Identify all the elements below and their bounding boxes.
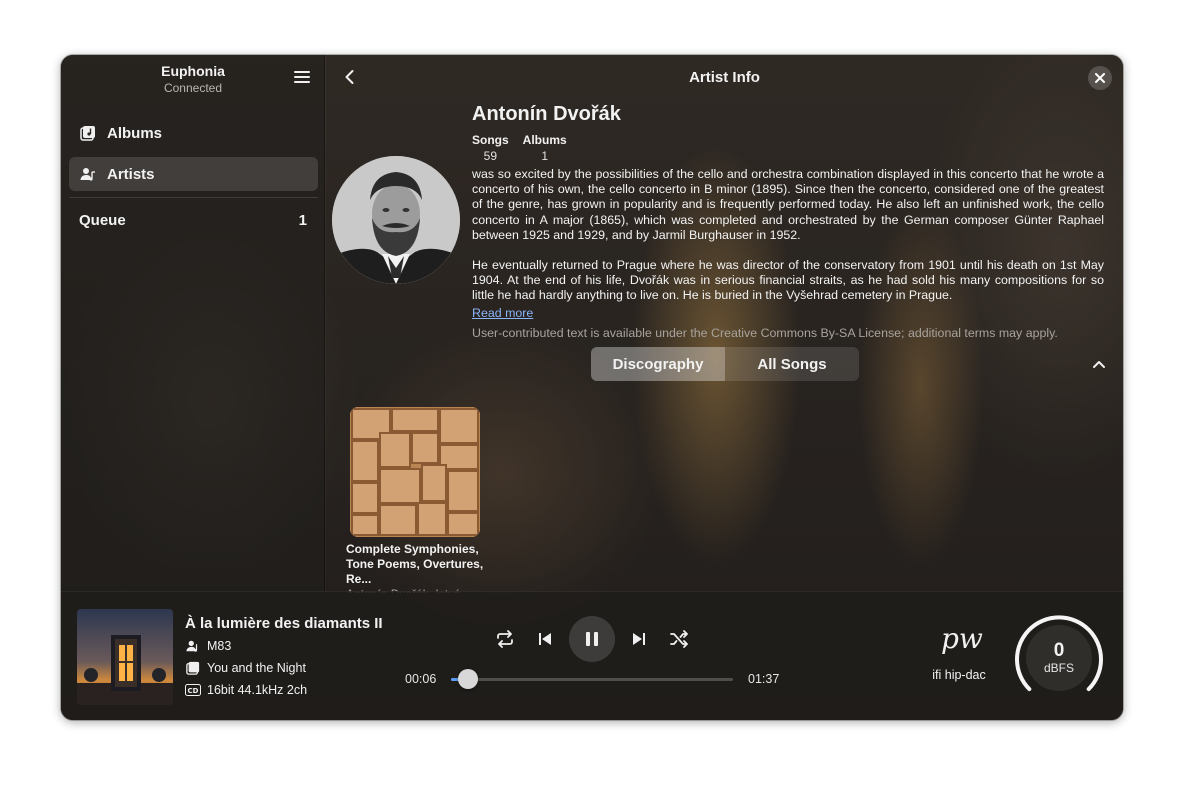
stat-label: Songs bbox=[472, 133, 509, 147]
total-duration: 01:37 bbox=[748, 672, 780, 686]
gauge-unit: dBFS bbox=[1043, 661, 1074, 675]
repeat-icon bbox=[497, 630, 513, 648]
collapse-button[interactable] bbox=[1092, 357, 1106, 371]
pipewire-logo: pw bbox=[941, 622, 983, 655]
now-playing-cover[interactable] bbox=[77, 609, 173, 705]
sidebar-divider bbox=[69, 197, 318, 198]
bio-paragraph: He eventually returned to Prague where h… bbox=[472, 258, 1104, 303]
artist-stats: Songs 59 Albums 1 bbox=[472, 133, 567, 163]
artist-name: Antonín Dvořák bbox=[472, 103, 621, 125]
stat-value: 59 bbox=[483, 149, 498, 163]
artist-icon bbox=[185, 638, 201, 654]
page-title: Artist Info bbox=[689, 69, 760, 86]
cd-icon: CD bbox=[185, 682, 201, 698]
sidebar-item-queue[interactable]: Queue 1 bbox=[79, 212, 307, 229]
output-device-name: ifi hip-dac bbox=[932, 668, 986, 682]
svg-text:CD: CD bbox=[188, 687, 199, 695]
track-format: 16bit 44.1kHz 2ch bbox=[207, 683, 308, 697]
sidebar-item-label: Artists bbox=[107, 165, 155, 183]
track-title: À la lumière des diamants II bbox=[185, 615, 383, 632]
track-format-row: CD 16bit 44.1kHz 2ch bbox=[185, 682, 307, 698]
connection-status: Connected bbox=[163, 81, 223, 95]
artist-info-panel: Artist Info Antonín Dvořák Songs 59 Albu… bbox=[326, 55, 1123, 593]
seek-handle[interactable] bbox=[458, 669, 479, 689]
license-notice: User-contributed text is available under… bbox=[472, 326, 1058, 340]
bio-paragraph: was so excited by the possibilities of t… bbox=[472, 167, 1104, 242]
album-card[interactable]: Complete Symphonies, Tone Poems, Overtur… bbox=[346, 407, 483, 593]
pause-icon bbox=[586, 632, 598, 646]
sidebar-item-artists[interactable]: Artists bbox=[69, 157, 318, 191]
stat-value: 1 bbox=[541, 149, 549, 163]
artist-biography: was so excited by the possibilities of t… bbox=[472, 167, 1104, 319]
queue-count: 1 bbox=[298, 212, 307, 229]
seek-bar[interactable] bbox=[451, 669, 733, 689]
tab-all-songs[interactable]: All Songs bbox=[725, 347, 859, 381]
menu-icon[interactable] bbox=[294, 71, 310, 85]
album-cover bbox=[350, 407, 480, 537]
next-button[interactable] bbox=[627, 627, 651, 651]
view-switcher: Discography All Songs bbox=[591, 347, 859, 381]
skip-previous-icon bbox=[539, 633, 551, 645]
pause-button[interactable] bbox=[569, 616, 615, 662]
app-window: Euphonia Connected Albums Artists Queue … bbox=[61, 55, 1123, 720]
stat-label: Albums bbox=[522, 133, 567, 147]
sidebar-item-albums[interactable]: Albums bbox=[69, 116, 318, 150]
close-button[interactable] bbox=[1088, 66, 1112, 90]
elapsed-time: 00:06 bbox=[405, 672, 437, 686]
sidebar: Euphonia Connected Albums Artists Queue … bbox=[61, 55, 325, 591]
shuffle-icon bbox=[670, 630, 688, 648]
shuffle-button[interactable] bbox=[667, 627, 691, 651]
sidebar-item-label: Albums bbox=[107, 124, 163, 142]
track-album-row: You and the Night bbox=[185, 660, 306, 676]
albums-icon bbox=[79, 124, 97, 142]
gauge-readout: 0 dBFS bbox=[1026, 625, 1092, 691]
stat-albums: Albums 1 bbox=[523, 133, 567, 163]
repeat-button[interactable] bbox=[493, 627, 517, 651]
track-album: You and the Night bbox=[207, 661, 306, 675]
playback-controls bbox=[493, 616, 691, 662]
album-icon bbox=[185, 660, 201, 676]
track-artist: M83 bbox=[207, 639, 232, 653]
album-title: Complete Symphonies, Tone Poems, Overtur… bbox=[346, 542, 484, 586]
previous-button[interactable] bbox=[533, 627, 557, 651]
queue-label: Queue bbox=[79, 212, 126, 229]
player-bar: À la lumière des diamants II M83 You and… bbox=[61, 591, 1123, 720]
artist-icon bbox=[79, 165, 97, 183]
stat-songs: Songs 59 bbox=[472, 133, 509, 163]
app-title: Euphonia bbox=[161, 63, 225, 79]
skip-next-icon bbox=[633, 633, 645, 645]
gauge-value: 0 bbox=[1053, 640, 1065, 661]
volume-gauge[interactable]: 0 dBFS bbox=[1015, 614, 1103, 702]
close-icon bbox=[1095, 73, 1105, 83]
track-artist-row: M83 bbox=[185, 638, 231, 654]
artist-portrait bbox=[332, 156, 460, 284]
chevron-up-icon bbox=[1093, 361, 1105, 368]
tab-discography[interactable]: Discography bbox=[591, 347, 725, 381]
read-more-link[interactable]: Read more bbox=[472, 306, 533, 320]
